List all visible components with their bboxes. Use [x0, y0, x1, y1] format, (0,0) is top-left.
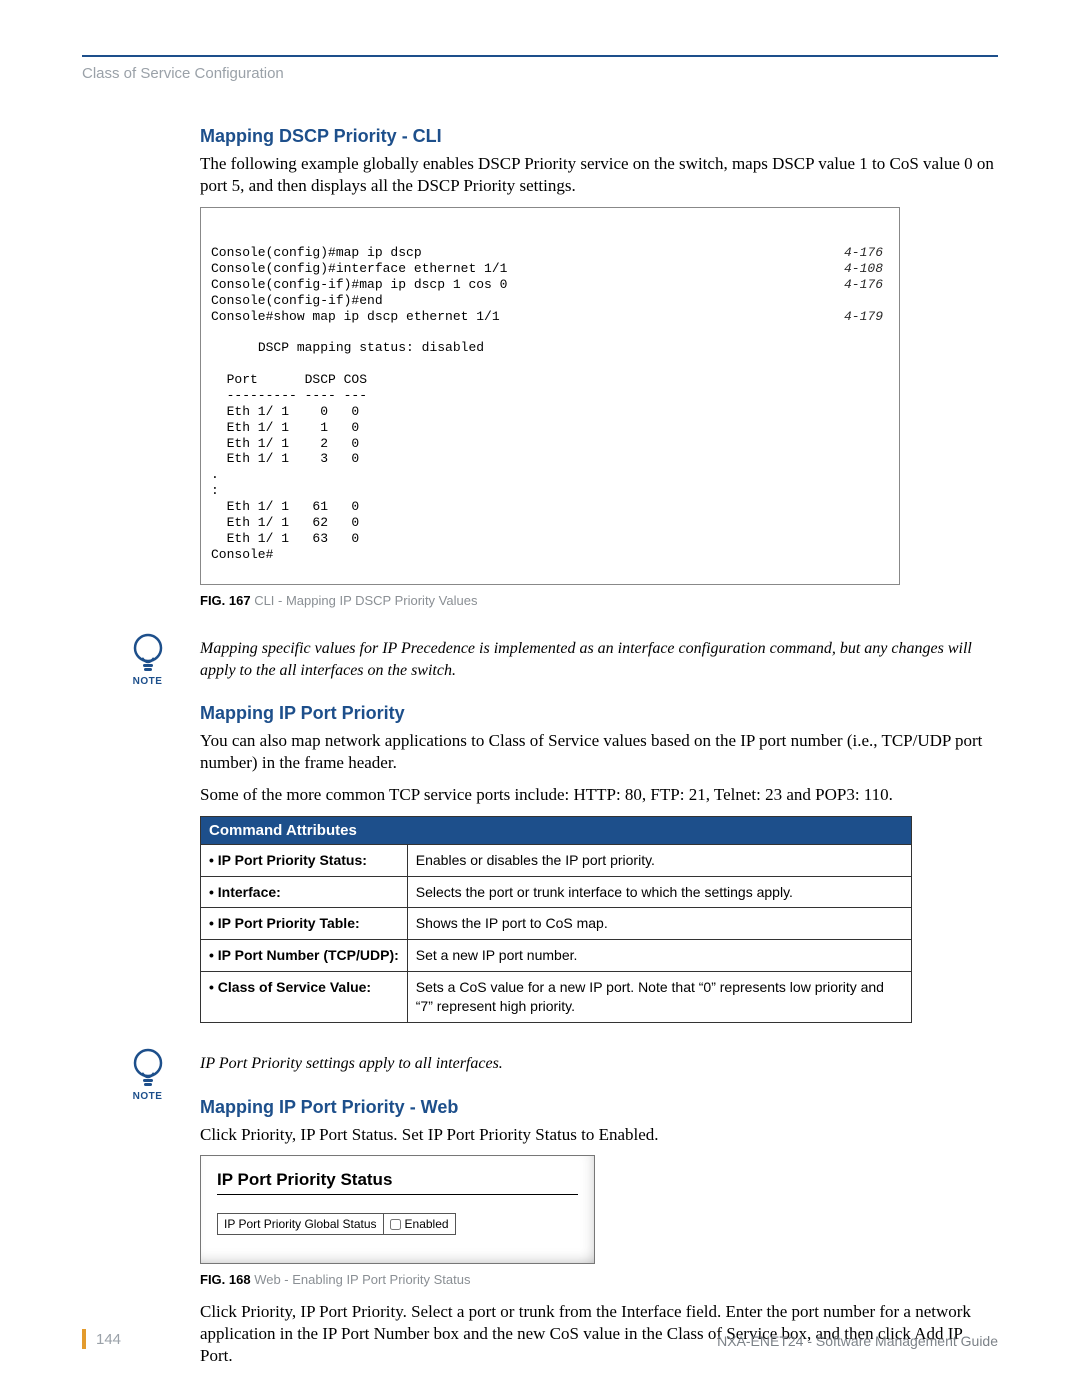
attr-desc: Set a new IP port number.	[407, 940, 911, 972]
enabled-checkbox[interactable]	[390, 1219, 401, 1230]
note-2-text: IP Port Priority settings apply to all i…	[200, 1053, 998, 1075]
page: Class of Service Configuration Mapping D…	[0, 0, 1080, 1397]
top-rule	[82, 55, 998, 57]
note-label: NOTE	[120, 676, 175, 687]
lightbulb-icon	[129, 632, 167, 674]
intro-paragraph-1: The following example globally enables D…	[200, 153, 998, 197]
panel-title: IP Port Priority Status	[217, 1170, 578, 1190]
running-header: Class of Service Configuration	[82, 65, 998, 82]
attr-desc: Shows the IP port to CoS map.	[407, 908, 911, 940]
cli-body-text: DSCP mapping status: disabled Port DSCP …	[211, 340, 484, 561]
note-block-2: NOTE IP Port Priority settings apply to …	[120, 1053, 998, 1075]
note-block-1: NOTE Mapping specific values for IP Prec…	[120, 638, 998, 681]
figure-caption-167: FIG. 167 CLI - Mapping IP DSCP Priority …	[200, 593, 998, 608]
attr-desc: Enables or disables the IP port priority…	[407, 844, 911, 876]
heading-mapping-ip-port-web: Mapping IP Port Priority - Web	[200, 1097, 998, 1118]
cli-line: Console(config)#interface ethernet 1/14-…	[211, 261, 889, 277]
fig-167-text: CLI - Mapping IP DSCP Priority Values	[251, 593, 478, 608]
table-row: • IP Port Priority Status:Enables or dis…	[201, 844, 912, 876]
table-row: • Class of Service Value:Sets a CoS valu…	[201, 972, 912, 1023]
status-row-label: IP Port Priority Global Status	[218, 1214, 384, 1234]
web-screenshot-panel: IP Port Priority Status IP Port Priority…	[200, 1155, 595, 1264]
p-web-1: Click Priority, IP Port Status. Set IP P…	[200, 1124, 998, 1146]
page-footer: 144 NXA-ENET24 - Software Management Gui…	[82, 1329, 998, 1349]
panel-divider	[217, 1194, 578, 1195]
attr-desc: Sets a CoS value for a new IP port. Note…	[407, 972, 911, 1023]
cli-line: Console(config)#map ip dscp4-176	[211, 245, 889, 261]
attr-name: • IP Port Priority Status:	[201, 844, 408, 876]
status-table: IP Port Priority Global Status Enabled	[217, 1213, 456, 1235]
cli-line: Console(config-if)#end	[211, 293, 889, 309]
fig-168-label: FIG. 168	[200, 1272, 251, 1287]
cli-output-box: Console(config)#map ip dscp4-176Console(…	[200, 207, 900, 586]
main-content: Mapping DSCP Priority - CLI The followin…	[200, 126, 998, 1367]
attr-name: • IP Port Priority Table:	[201, 908, 408, 940]
fig-167-label: FIG. 167	[200, 593, 251, 608]
note-1-text: Mapping specific values for IP Precedenc…	[200, 638, 998, 681]
table-row: • IP Port Number (TCP/UDP):Set a new IP …	[201, 940, 912, 972]
page-number: 144	[82, 1329, 121, 1349]
enabled-label: Enabled	[405, 1217, 449, 1231]
note-label: NOTE	[120, 1091, 175, 1102]
note-icon: NOTE	[120, 632, 175, 687]
heading-mapping-dscp-cli: Mapping DSCP Priority - CLI	[200, 126, 998, 147]
cli-line: Console(config-if)#map ip dscp 1 cos 04-…	[211, 277, 889, 293]
p-ip-port-1: You can also map network applications to…	[200, 730, 998, 774]
p-ip-port-2: Some of the more common TCP service port…	[200, 784, 998, 806]
attr-name: • IP Port Number (TCP/UDP):	[201, 940, 408, 972]
lightbulb-icon	[129, 1047, 167, 1089]
figure-caption-168: FIG. 168 Web - Enabling IP Port Priority…	[200, 1272, 998, 1287]
status-row-value: Enabled	[384, 1214, 455, 1234]
table-header: Command Attributes	[201, 816, 912, 844]
table-row: • Interface:Selects the port or trunk in…	[201, 876, 912, 908]
fig-168-text: Web - Enabling IP Port Priority Status	[251, 1272, 471, 1287]
table-row: • IP Port Priority Table:Shows the IP po…	[201, 908, 912, 940]
command-attributes-table: Command Attributes • IP Port Priority St…	[200, 816, 912, 1023]
attr-desc: Selects the port or trunk interface to w…	[407, 876, 911, 908]
attr-name: • Interface:	[201, 876, 408, 908]
heading-mapping-ip-port: Mapping IP Port Priority	[200, 703, 998, 724]
cli-line: Console#show map ip dscp ethernet 1/14-1…	[211, 309, 889, 325]
note-icon: NOTE	[120, 1047, 175, 1102]
guide-title: NXA-ENET24 - Software Management Guide	[717, 1333, 998, 1349]
attr-name: • Class of Service Value:	[201, 972, 408, 1023]
